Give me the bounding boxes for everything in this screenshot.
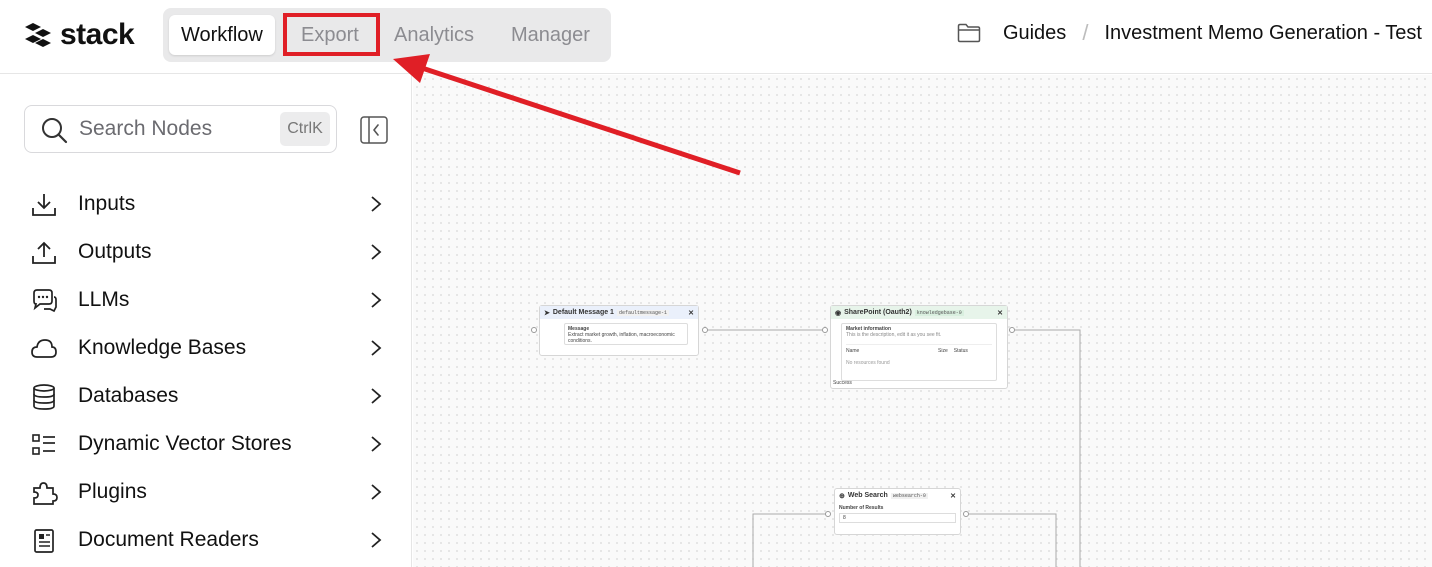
stack-logo-icon [25,23,51,47]
edge [1013,329,1081,567]
search-shortcut-badge: CtrlK [280,112,330,146]
database-icon [33,384,55,410]
column-header: Status [953,348,968,354]
sidebar-item-label: Plugins [78,480,147,503]
sidebar-item-plugins[interactable]: Plugins [0,468,412,516]
node-id: websearch-0 [890,492,928,499]
node-port[interactable] [702,327,708,333]
chevron-right-icon [371,532,382,548]
upload-icon [32,241,56,264]
search-icon [42,118,68,144]
sidebar-item-label: Knowledge Bases [78,336,247,359]
document-icon [34,529,54,553]
field-label: Number of Results [839,505,884,511]
edge [752,513,828,567]
node-header: ◉ SharePoint (Oauth2) knowledgebase-0 ✕ [831,306,1007,319]
collapse-sidebar-icon[interactable] [360,116,388,144]
chevron-right-icon [371,196,382,212]
chevron-right-icon [371,292,382,308]
sidebar-item-label: LLMs [78,288,130,311]
sidebar-item-label: Dynamic Vector Stores [78,432,292,455]
globe-icon: ⊕ [839,492,845,500]
tab-workflow[interactable]: Workflow [169,15,275,55]
node-id: knowledgebase-0 [914,309,964,316]
breadcrumb: Guides / Investment Memo Generation - Te… [957,20,1422,46]
default-message-node[interactable]: ➤ Default Message 1 defaultmessage-1 ✕ M… [539,305,699,356]
sidebar-item-databases[interactable]: Databases [0,372,412,420]
sidebar-item-llms[interactable]: LLMs [0,276,412,324]
sidebar-item-outputs[interactable]: Outputs [0,228,412,276]
node-title: SharePoint (Oauth2) [844,309,912,316]
node-id: defaultmessage-1 [616,309,669,316]
search-box[interactable]: CtrlK [24,105,337,153]
top-bar: stack Workflow Export Analytics Manager … [0,0,1432,74]
node-header: ➤ Default Message 1 defaultmessage-1 ✕ [540,306,698,319]
column-header: Name [846,348,860,354]
sidebar-item-knowledge-bases[interactable]: Knowledge Bases [0,324,412,372]
close-icon[interactable]: ✕ [688,309,694,317]
status-badge: Success [833,380,852,386]
main-tabs: Workflow Export Analytics Manager [163,8,611,62]
chevron-right-icon [371,388,382,404]
sidebar-item-label: Outputs [78,240,152,263]
tab-analytics[interactable]: Analytics [394,15,474,55]
field-value: Extract market growth, inflation, macroe… [568,332,675,344]
app-logo[interactable]: stack [24,18,135,52]
app-name: stack [60,18,135,51]
folder-icon [957,23,981,43]
node-port[interactable] [963,511,969,517]
download-icon [32,194,56,216]
node-header: ⊕ Web Search websearch-0 ✕ [835,489,960,502]
sidebar-item-inputs[interactable]: Inputs [0,180,412,228]
node-sidebar: CtrlK Inputs Outputs [0,75,412,567]
tab-manager[interactable]: Manager [511,15,590,55]
kb-item-desc: This is the description, edit it as you … [846,332,942,338]
sidebar-item-document-readers[interactable]: Document Readers [0,516,412,564]
chat-bubble-icon [33,289,57,313]
column-header: Size [938,348,948,354]
close-icon[interactable]: ✕ [997,309,1003,317]
sidebar-item-label: Document Readers [78,528,259,551]
chevron-right-icon [371,244,382,260]
node-port[interactable] [822,327,828,333]
node-title: Web Search [847,492,888,499]
list-icon [32,434,55,455]
sidebar-item-dynamic-vector-stores[interactable]: Dynamic Vector Stores [0,420,412,468]
node-port[interactable] [825,511,831,517]
knowledge-base-panel: Market information This is the descripti… [841,323,997,381]
sharepoint-icon: ◉ [835,309,842,317]
send-icon: ➤ [544,309,550,317]
breadcrumb-project[interactable]: Investment Memo Generation - Test [1104,22,1422,45]
web-search-node[interactable]: ⊕ Web Search websearch-0 ✕ Number of Res… [834,488,961,535]
node-port[interactable] [531,327,537,333]
chevron-right-icon [371,340,382,356]
sharepoint-node[interactable]: ◉ SharePoint (Oauth2) knowledgebase-0 ✕ … [830,305,1008,389]
node-title: Default Message 1 [552,309,614,316]
edge [969,513,1057,567]
node-category-list: Inputs Outputs LLMs Knowledge Bases Data… [0,180,412,564]
close-icon[interactable]: ✕ [950,492,956,500]
node-port[interactable] [1009,327,1015,333]
kb-table-header: Name Size Status [846,344,992,354]
search-input[interactable] [79,106,279,152]
chevron-right-icon [371,436,382,452]
puzzle-icon [33,482,58,505]
cloud-icon [31,339,57,358]
empty-state: No resources found [846,360,890,366]
field-value: 8 [843,515,846,521]
chevron-right-icon [371,484,382,500]
sidebar-item-label: Databases [78,384,179,407]
breadcrumb-separator: / [1082,20,1089,45]
breadcrumb-folder[interactable]: Guides [1003,22,1066,45]
message-field[interactable]: Message Extract market growth, inflation… [564,323,688,345]
sidebar-item-label: Inputs [78,192,136,215]
workflow-canvas[interactable]: ➤ Default Message 1 defaultmessage-1 ✕ M… [413,75,1432,567]
export-highlight-box [283,13,380,56]
number-of-results-input[interactable]: 8 [839,513,956,523]
